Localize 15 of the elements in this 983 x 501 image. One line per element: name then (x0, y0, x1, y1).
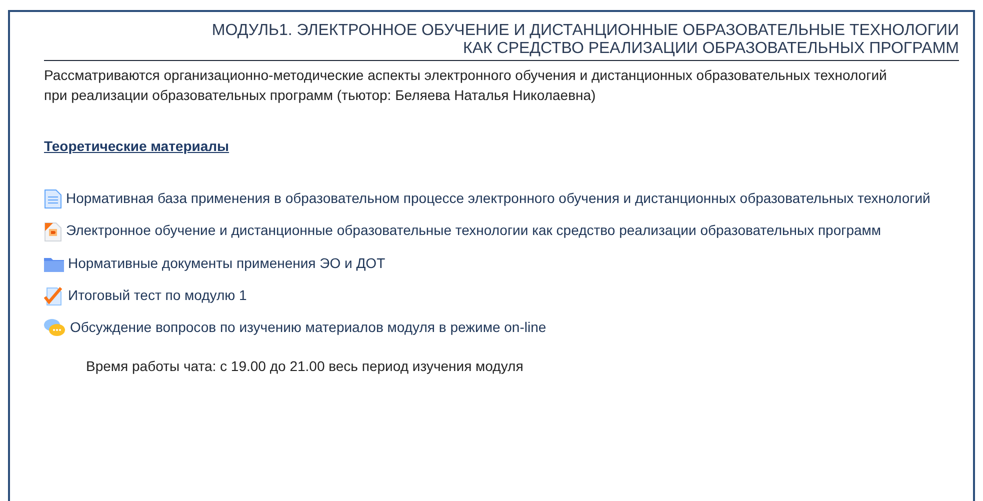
chat-hours-note: Время работы чата: с 19.00 до 21.00 весь период изучения модуля (86, 357, 524, 376)
activity-link[interactable]: Нормативные документы применения ЭО и ДОТ (68, 254, 386, 271)
activity-link[interactable]: Итоговый тест по модулю 1 (68, 286, 247, 303)
activity-link[interactable]: Нормативная база применения в образовательном процессе электронного обучения и дистанционных образовательных технологий (66, 190, 930, 206)
section-heading-link[interactable]: Теоретические материалы (44, 138, 230, 154)
section-title: КАК СРЕДСТВО РЕАЛИЗАЦИИ ОБРАЗОВАТЕЛЬНЫХ ПРОГРАММ (462, 40, 959, 58)
document-icon (44, 189, 62, 210)
folder-icon (44, 256, 64, 272)
activity-link[interactable]: Обсуждение вопросов по изучению материалов модуля в режиме on-line (70, 318, 546, 335)
presentation-icon (44, 222, 62, 242)
section-title: МОДУЛЬ1. ЭЛЕКТРОННОЕ ОБУЧЕНИЕ И ДИСТАНЦИОННЫЕ ОБРАЗОВАТЕЛЬНЫЕ ТЕХНОЛОГИИ (210, 22, 959, 40)
chat-icon (44, 318, 66, 338)
checkmark-icon (44, 286, 64, 306)
section-description: Рассматриваются организационно-методические аспекты электронного обучения и дистанционных образовательных технологий при реализации образовательных программ (тьютор: Беляева Наталья Николаевна) (44, 66, 888, 105)
activity-link[interactable]: Электронное обучение и дистанционные образовательные технологии как средство реализации образовательных программ (66, 222, 882, 238)
